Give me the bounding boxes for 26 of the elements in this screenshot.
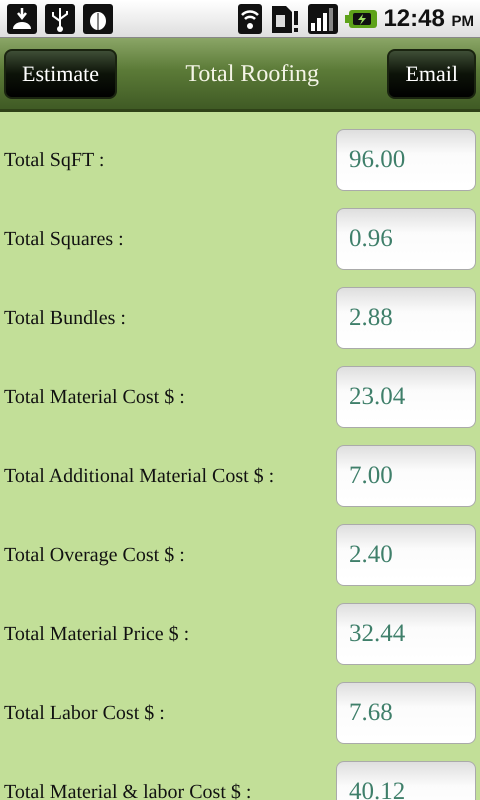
field-label: Total Bundles : <box>4 306 126 330</box>
field-label: Total Additional Material Cost $ : <box>4 464 274 488</box>
value-field[interactable]: 0.96 <box>336 208 476 270</box>
field-label: Total SqFT : <box>4 148 104 172</box>
usb-icon <box>44 2 76 34</box>
estimate-button[interactable]: Estimate <box>4 48 117 98</box>
field-label: Total Labor Cost $ : <box>4 700 165 726</box>
screen-title: Total Roofing <box>185 60 320 88</box>
field-label: Total Material Price $ : <box>4 622 190 646</box>
value-field[interactable]: 32.44 <box>336 602 476 664</box>
field-label: Total Overage Cost $ : <box>4 542 185 568</box>
value-field[interactable]: 23.04 <box>336 366 476 428</box>
status-time: 12:48 PM <box>383 4 474 34</box>
email-button[interactable]: Email <box>387 48 476 98</box>
field-label: Total Squares : <box>4 226 124 252</box>
download-icon <box>6 2 38 34</box>
value-field[interactable]: 7.68 <box>336 682 476 744</box>
value-field[interactable]: 40.12 <box>336 760 476 800</box>
value-field[interactable]: 7.00 <box>336 444 476 506</box>
field-label: Total Material Cost $ : <box>4 384 185 410</box>
value-field[interactable]: 2.88 <box>336 286 476 348</box>
field-label: Total Material & labor Cost $ : <box>4 780 252 800</box>
signal-icon <box>307 2 340 34</box>
value-field[interactable]: 2.40 <box>336 524 476 586</box>
wifi-icon <box>237 2 264 34</box>
value-field[interactable]: 96.00 <box>336 128 476 190</box>
